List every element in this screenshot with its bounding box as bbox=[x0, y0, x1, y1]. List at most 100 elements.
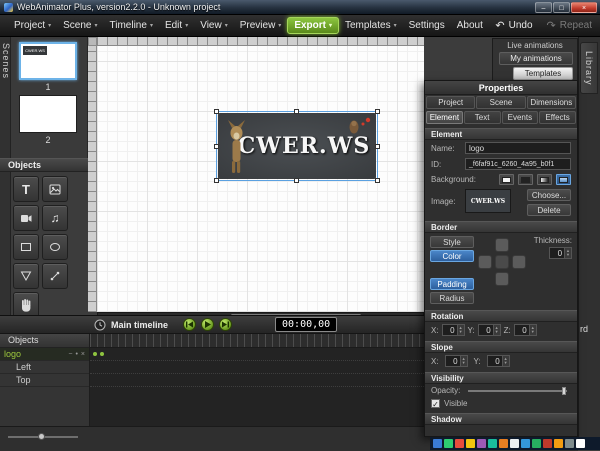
timeline-row-top[interactable]: Top bbox=[0, 374, 89, 387]
stepper-arrows-icon[interactable]: ▲▼ bbox=[460, 356, 467, 366]
resize-handle-sw[interactable] bbox=[214, 178, 219, 183]
resize-handle-ne[interactable] bbox=[375, 109, 380, 114]
maximize-button[interactable]: □ bbox=[553, 2, 570, 13]
skip-start-button[interactable] bbox=[183, 318, 196, 331]
menu-templates[interactable]: Templates▾ bbox=[339, 18, 403, 33]
text-tool-button[interactable]: T bbox=[13, 176, 39, 202]
ellipse-tool-button[interactable] bbox=[42, 234, 68, 260]
selection-box[interactable]: CWER.WS bbox=[216, 111, 378, 181]
tab-element[interactable]: Element bbox=[426, 111, 463, 124]
play-button[interactable] bbox=[201, 318, 214, 331]
menu-view[interactable]: View▾ bbox=[194, 18, 234, 33]
minimize-button[interactable]: – bbox=[535, 2, 552, 13]
id-input[interactable]: _f6faf91c_6260_4a95_b0f1 bbox=[465, 158, 571, 170]
repeat-button[interactable]: ↷Repeat bbox=[547, 19, 592, 32]
resize-handle-e[interactable] bbox=[375, 144, 380, 149]
border-side-right[interactable] bbox=[512, 255, 526, 269]
background-solid-button[interactable] bbox=[518, 174, 533, 185]
keyframe-marker[interactable] bbox=[100, 352, 104, 356]
scenes-side-tab[interactable]: Scenes bbox=[0, 37, 11, 315]
border-sides-selector[interactable] bbox=[478, 238, 526, 286]
delete-image-button[interactable]: Delete bbox=[527, 204, 571, 216]
background-image-button[interactable] bbox=[556, 174, 571, 185]
resize-handle-s[interactable] bbox=[294, 178, 299, 183]
timeline-zoom-slider[interactable] bbox=[8, 436, 78, 438]
thickness-stepper[interactable]: 0 ▲▼ bbox=[549, 247, 572, 259]
resize-handle-n[interactable] bbox=[294, 109, 299, 114]
opacity-slider[interactable] bbox=[468, 390, 567, 392]
stepper-arrows-icon[interactable]: ▲▼ bbox=[502, 356, 509, 366]
border-side-bottom[interactable] bbox=[495, 272, 509, 286]
background-gradient-button[interactable] bbox=[537, 174, 552, 185]
tab-scene[interactable]: Scene bbox=[476, 96, 525, 109]
border-side-left[interactable] bbox=[478, 255, 492, 269]
keyframe-marker[interactable] bbox=[93, 352, 97, 356]
library-tab-label: Library bbox=[584, 51, 594, 86]
resize-handle-nw[interactable] bbox=[214, 109, 219, 114]
library-tab[interactable]: Library bbox=[580, 42, 598, 94]
rotation-z-stepper[interactable]: 0▲▼ bbox=[514, 324, 537, 336]
hand-icon bbox=[18, 297, 34, 313]
vertical-ruler bbox=[88, 46, 97, 312]
tab-effects[interactable]: Effects bbox=[539, 111, 576, 124]
timeline-row-logo[interactable]: logo −•× bbox=[0, 348, 89, 361]
audio-tool-button[interactable]: ♫ bbox=[42, 205, 68, 231]
menu-about[interactable]: About bbox=[451, 18, 489, 33]
canvas-object-logo[interactable]: CWER.WS bbox=[218, 113, 376, 179]
templates-button[interactable]: Templates bbox=[513, 67, 573, 80]
slope-x-stepper[interactable]: 0▲▼ bbox=[445, 355, 468, 367]
scene-thumbnail-1[interactable]: CWER.WS bbox=[19, 42, 77, 80]
menu-timeline[interactable]: Timeline▾ bbox=[104, 18, 159, 33]
background-label: Background: bbox=[431, 175, 495, 184]
menu-export[interactable]: Export▾ bbox=[287, 17, 339, 34]
opacity-slider-thumb[interactable] bbox=[562, 387, 566, 395]
chevron-down-icon: ▾ bbox=[225, 22, 228, 29]
resize-handle-se[interactable] bbox=[375, 178, 380, 183]
menu-project[interactable]: Project▾ bbox=[8, 18, 57, 33]
name-input[interactable]: logo bbox=[465, 142, 571, 154]
stepper-arrows-icon[interactable]: ▲▼ bbox=[564, 248, 571, 258]
shadow-section-header: Shadow bbox=[425, 413, 577, 425]
menu-settings[interactable]: Settings bbox=[403, 18, 451, 33]
properties-title: Properties bbox=[425, 81, 577, 95]
line-tool-button[interactable] bbox=[42, 263, 68, 289]
slope-y-stepper[interactable]: 0▲▼ bbox=[487, 355, 510, 367]
border-padding-button[interactable]: Padding bbox=[430, 278, 474, 290]
timeline-row-left[interactable]: Left bbox=[0, 361, 89, 374]
border-radius-button[interactable]: Radius bbox=[430, 292, 474, 304]
menu-preview[interactable]: Preview▾ bbox=[234, 18, 288, 33]
zoom-slider-thumb[interactable] bbox=[38, 433, 45, 440]
border-side-center[interactable] bbox=[495, 255, 509, 269]
tab-dimensions[interactable]: Dimensions bbox=[527, 96, 576, 109]
rotation-x-stepper[interactable]: 0▲▼ bbox=[442, 324, 465, 336]
choose-image-button[interactable]: Choose... bbox=[527, 189, 571, 201]
border-side-top[interactable] bbox=[495, 238, 509, 252]
my-animations-button[interactable]: My animations bbox=[499, 52, 573, 65]
resize-handle-w[interactable] bbox=[214, 144, 219, 149]
stepper-arrows-icon[interactable]: ▲▼ bbox=[493, 325, 500, 335]
tab-project[interactable]: Project bbox=[426, 96, 475, 109]
tab-text[interactable]: Text bbox=[464, 111, 501, 124]
menu-edit[interactable]: Edit▾ bbox=[159, 18, 194, 33]
video-tool-button[interactable] bbox=[13, 205, 39, 231]
undo-button[interactable]: ↶Undo bbox=[495, 19, 532, 32]
border-color-button[interactable]: Color bbox=[430, 250, 474, 262]
triangle-tool-button[interactable] bbox=[13, 263, 39, 289]
image-tool-button[interactable] bbox=[42, 176, 68, 202]
visible-checkbox[interactable]: ✓ bbox=[431, 399, 440, 408]
menu-scene[interactable]: Scene▾ bbox=[57, 18, 103, 33]
rotation-y-stepper[interactable]: 0▲▼ bbox=[478, 324, 501, 336]
background-none-button[interactable] bbox=[499, 174, 514, 185]
close-button[interactable]: × bbox=[571, 2, 597, 13]
stepper-arrows-icon[interactable]: ▲▼ bbox=[529, 325, 536, 335]
rectangle-tool-button[interactable] bbox=[13, 234, 39, 260]
scene-thumbnail-2[interactable] bbox=[19, 95, 77, 133]
tab-events[interactable]: Events bbox=[502, 111, 539, 124]
scene-2-number: 2 bbox=[11, 135, 85, 145]
border-style-button[interactable]: Style bbox=[430, 236, 474, 248]
skip-end-button[interactable] bbox=[219, 318, 232, 331]
opacity-label: Opacity: bbox=[431, 386, 460, 395]
stepper-arrows-icon[interactable]: ▲▼ bbox=[457, 325, 464, 335]
window-titlebar[interactable]: WebAnimator Plus, version2.2.0 - Unknown… bbox=[0, 0, 600, 15]
row-option-icons[interactable]: −•× bbox=[68, 351, 85, 358]
